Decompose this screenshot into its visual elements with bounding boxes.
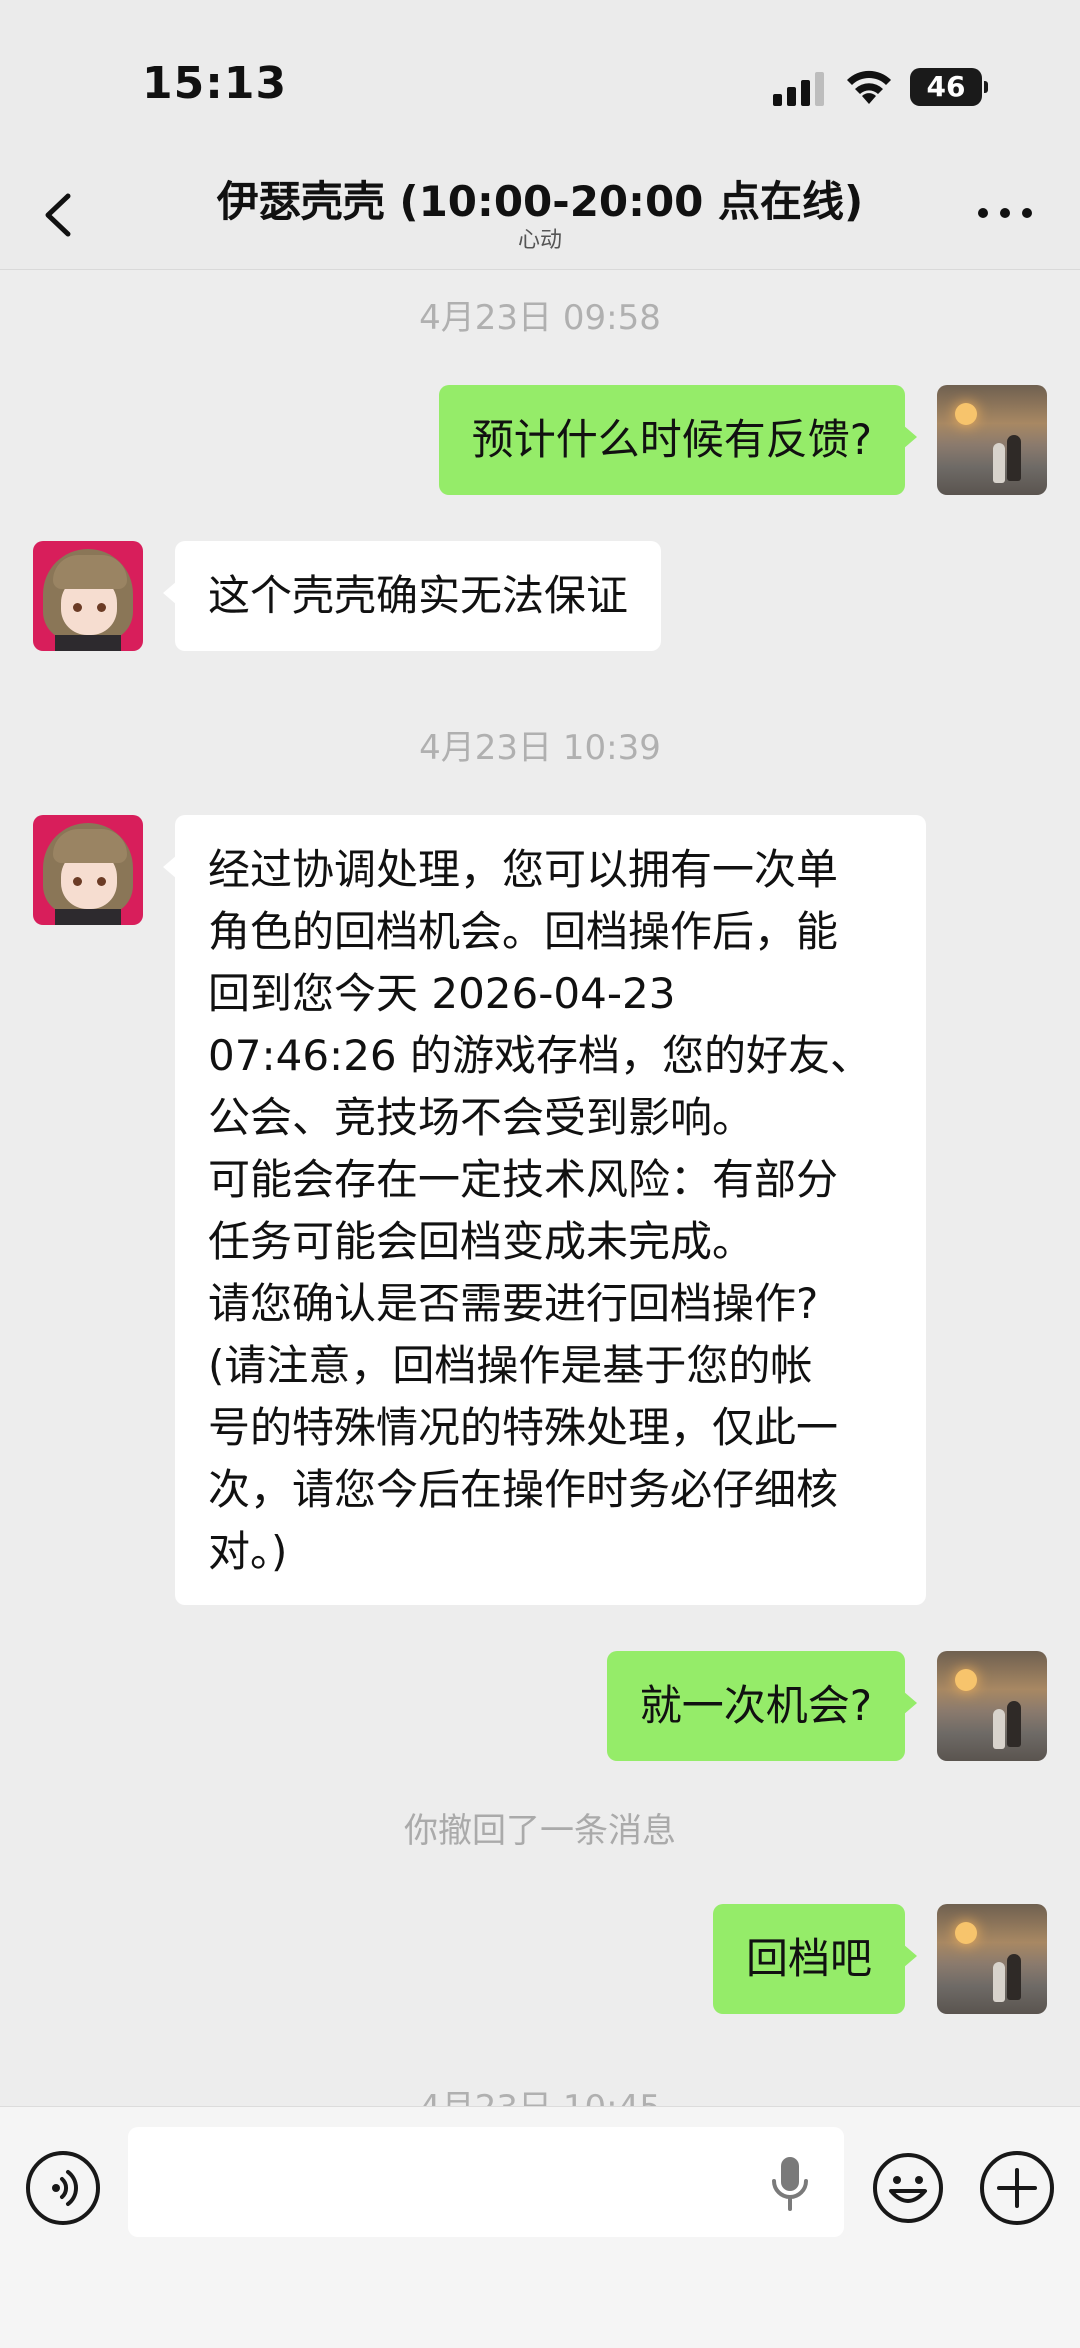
- avatar-agent[interactable]: [33, 815, 143, 925]
- voice-icon[interactable]: [26, 2151, 100, 2225]
- status-bar: 15:13 46: [0, 0, 1080, 160]
- avatar-self[interactable]: [937, 1651, 1047, 1761]
- status-time: 15:13: [142, 58, 288, 109]
- chat-subtitle: 心动: [517, 228, 562, 253]
- avatar-agent[interactable]: [33, 541, 143, 651]
- message-timestamp: 4月23日 09:58: [419, 298, 661, 338]
- recall-notice: 你撤回了一条消息: [404, 1811, 676, 1851]
- message-bubble-agent[interactable]: 这个壳壳确实无法保证: [162, 541, 662, 651]
- message-input[interactable]: [128, 2127, 844, 2237]
- more-icon[interactable]: [970, 192, 1040, 232]
- avatar-self[interactable]: [937, 385, 1047, 495]
- plus-icon[interactable]: [980, 2151, 1054, 2225]
- avatar-self[interactable]: [937, 1904, 1047, 2014]
- wifi-icon: [847, 70, 891, 104]
- message-timestamp: 4月23日 10:39: [419, 728, 661, 768]
- message-bubble-self[interactable]: 回档吧: [712, 1904, 918, 2014]
- message-bubble-self[interactable]: 就一次机会?: [606, 1651, 918, 1761]
- mic-icon[interactable]: [770, 2153, 810, 2215]
- chat-header: 伊瑟壳壳 (10:00-20:00 点在线) 心动: [0, 160, 1080, 270]
- message-bubble-agent[interactable]: 经过协调处理，您可以拥有一次单 角色的回档机会。回档操作后，能 回到您今天 20…: [163, 815, 926, 1605]
- emoji-icon[interactable]: [871, 2151, 945, 2225]
- message-bubble-self[interactable]: 预计什么时候有反馈?: [438, 385, 918, 495]
- chat-title[interactable]: 伊瑟壳壳 (10:00-20:00 点在线): [0, 168, 1080, 229]
- input-bar: [0, 2106, 1080, 2348]
- signal-icon: [773, 72, 824, 106]
- battery-icon: 46: [910, 68, 988, 106]
